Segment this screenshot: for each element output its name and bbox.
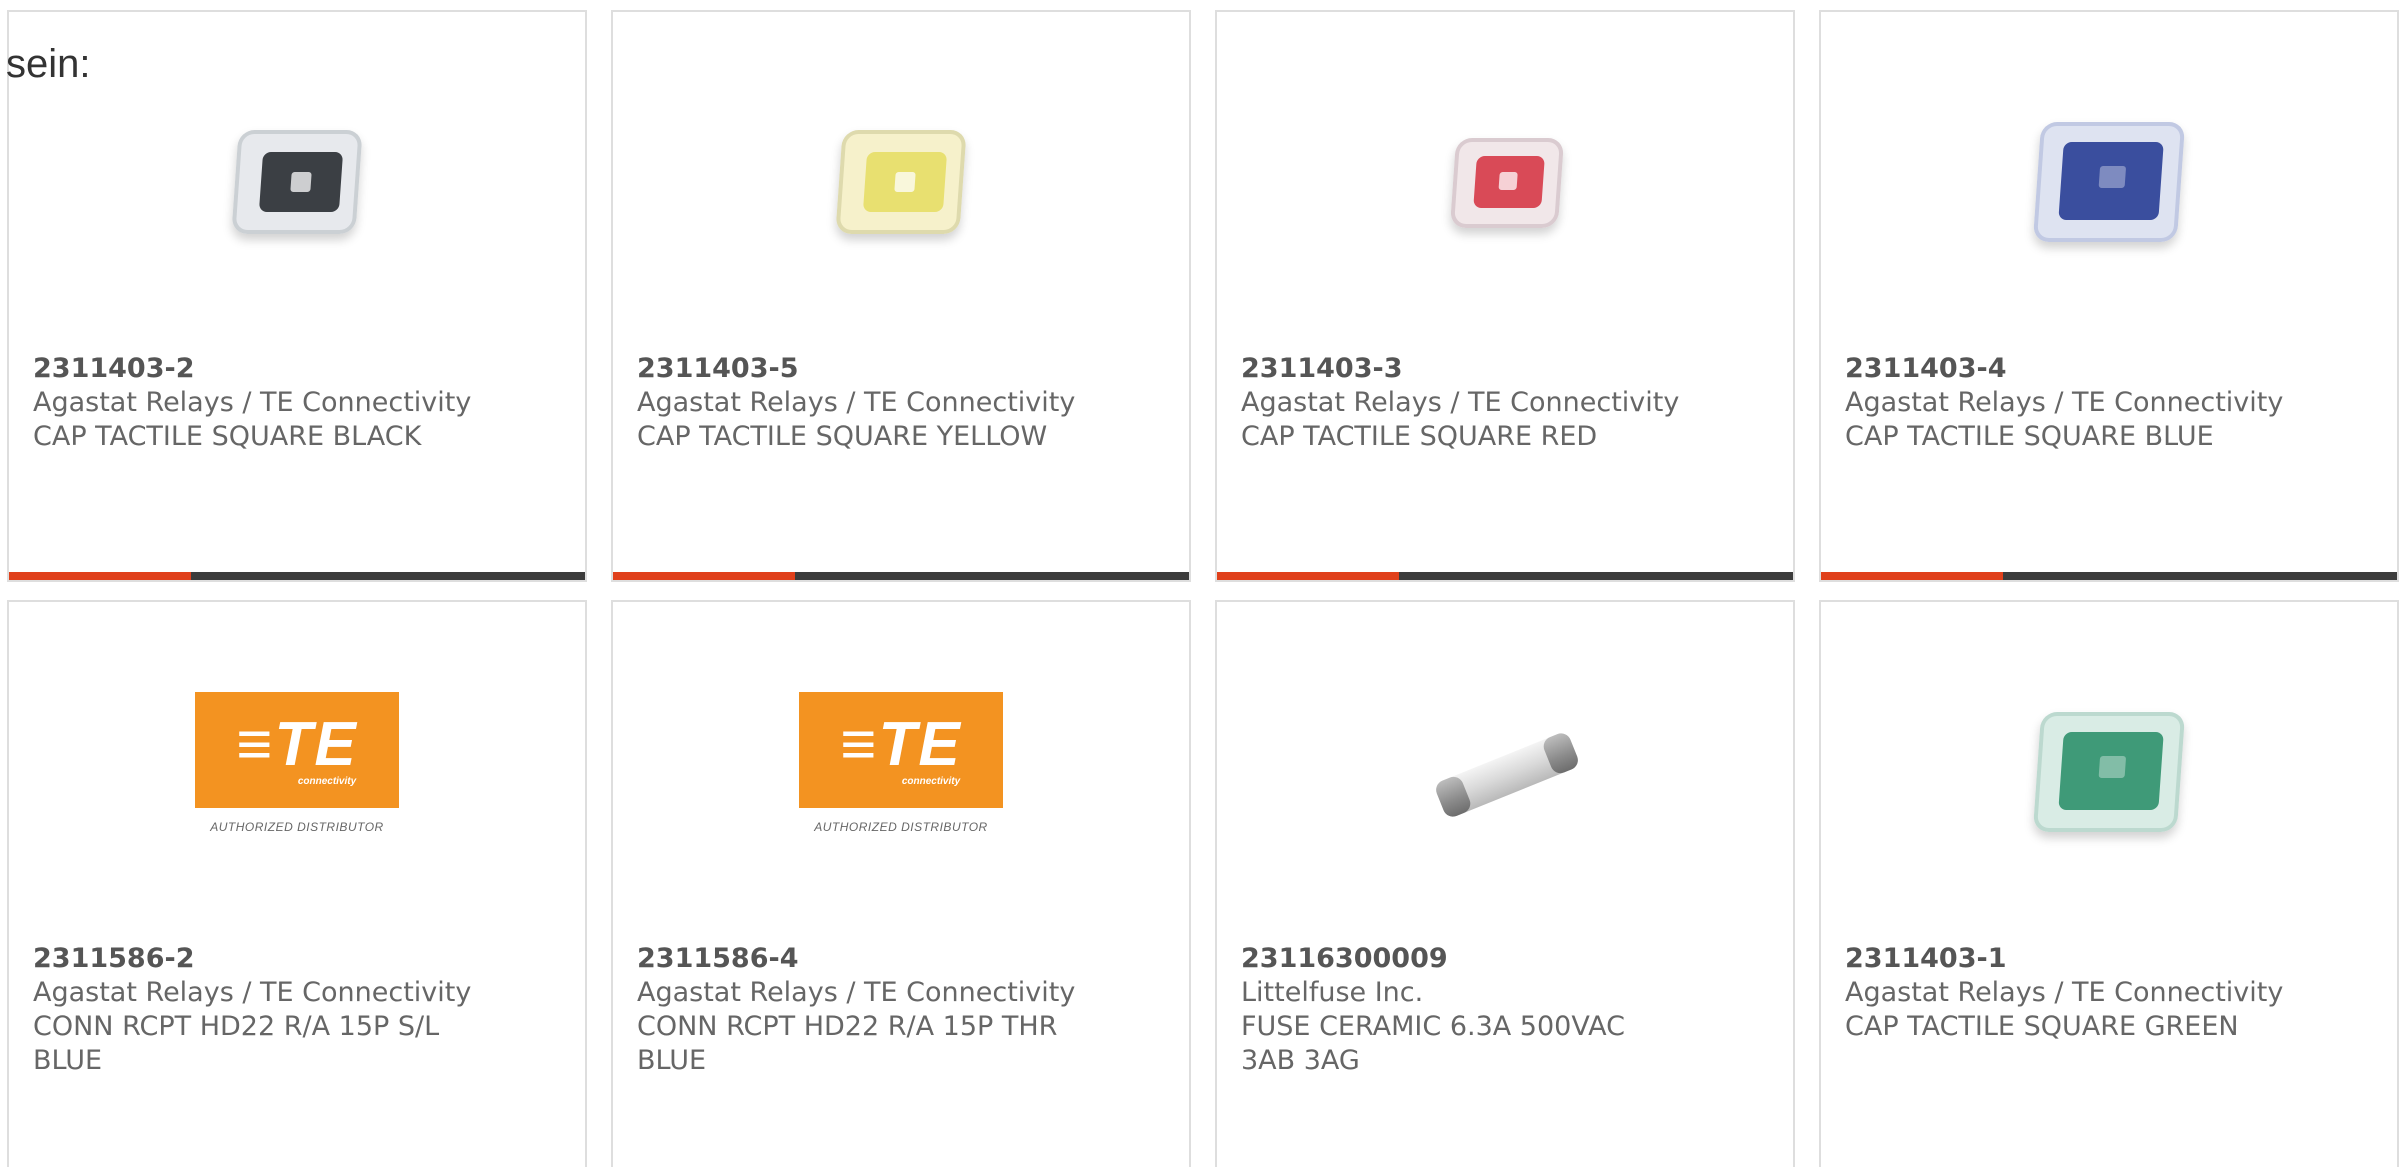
product-card[interactable]: 2311403-5 Agastat Relays / TE Connectivi…	[611, 10, 1191, 582]
te-logo-caption: AUTHORIZED DISTRIBUTOR	[814, 820, 988, 834]
manufacturer-name: Agastat Relays / TE Connectivity	[637, 977, 1076, 1008]
product-card[interactable]: 2311403-4 Agastat Relays / TE Connectivi…	[1819, 10, 2399, 582]
manufacturer-name: Agastat Relays / TE Connectivity	[637, 387, 1076, 418]
intro-text: sein:	[6, 42, 91, 86]
te-logo-mark: ≡TE	[236, 709, 358, 779]
product-image-red-cap[interactable]	[1405, 82, 1605, 282]
product-image-green-cap[interactable]	[2009, 672, 2209, 872]
part-number-link[interactable]: 2311403-4	[1845, 352, 2373, 386]
manufacturer-name: Agastat Relays / TE Connectivity	[1845, 977, 2284, 1008]
product-card[interactable]: 23116300009 Littelfuse Inc. FUSE CERAMIC…	[1215, 600, 1795, 1167]
te-connectivity-logo[interactable]: ≡TE connectivity AUTHORIZED DISTRIBUTOR	[195, 692, 399, 852]
product-card[interactable]: ≡TE connectivity AUTHORIZED DISTRIBUTOR …	[7, 600, 587, 1167]
product-description: CAP TACTILE SQUARE BLACK	[33, 421, 422, 452]
te-logo-caption: AUTHORIZED DISTRIBUTOR	[210, 820, 384, 834]
card-divider	[1217, 572, 1793, 580]
product-image-black-cap[interactable]	[197, 82, 397, 282]
product-description: FUSE CERAMIC 6.3A 500VAC 3AB 3AG	[1241, 1011, 1625, 1076]
card-divider	[613, 572, 1189, 580]
product-card[interactable]: 2311403-3 Agastat Relays / TE Connectivi…	[1215, 10, 1795, 582]
part-number-link[interactable]: 2311586-2	[33, 942, 561, 976]
te-logo-sub: connectivity	[901, 775, 961, 787]
te-connectivity-logo[interactable]: ≡TE connectivity AUTHORIZED DISTRIBUTOR	[799, 692, 1003, 852]
part-number-link[interactable]: 2311403-3	[1241, 352, 1769, 386]
te-logo-sub: connectivity	[297, 775, 357, 787]
product-description: CONN RCPT HD22 R/A 15P THR BLUE	[637, 1011, 1058, 1076]
product-description: CAP TACTILE SQUARE GREEN	[1845, 1011, 2239, 1042]
part-number-link[interactable]: 23116300009	[1241, 942, 1769, 976]
manufacturer-name: Littelfuse Inc.	[1241, 977, 1424, 1008]
manufacturer-name: Agastat Relays / TE Connectivity	[33, 387, 472, 418]
manufacturer-name: Agastat Relays / TE Connectivity	[1845, 387, 2284, 418]
part-number-link[interactable]: 2311403-5	[637, 352, 1165, 386]
product-image-yellow-cap[interactable]	[801, 82, 1001, 282]
product-card[interactable]: 2311403-1 Agastat Relays / TE Connectivi…	[1819, 600, 2399, 1167]
manufacturer-name: Agastat Relays / TE Connectivity	[1241, 387, 1680, 418]
card-divider	[1821, 572, 2397, 580]
te-logo-mark: ≡TE	[840, 709, 962, 779]
card-divider	[9, 572, 585, 580]
product-description: CAP TACTILE SQUARE RED	[1241, 421, 1598, 452]
product-description: CONN RCPT HD22 R/A 15P S/L BLUE	[33, 1011, 440, 1076]
product-card[interactable]: ≡TE connectivity AUTHORIZED DISTRIBUTOR …	[611, 600, 1191, 1167]
manufacturer-name: Agastat Relays / TE Connectivity	[33, 977, 472, 1008]
part-number-link[interactable]: 2311586-4	[637, 942, 1165, 976]
part-number-link[interactable]: 2311403-2	[33, 352, 561, 386]
product-image-blue-cap[interactable]	[2009, 82, 2209, 282]
product-image-fuse[interactable]	[1405, 672, 1605, 872]
product-description: CAP TACTILE SQUARE YELLOW	[637, 421, 1048, 452]
product-card[interactable]: 2311403-2 Agastat Relays / TE Connectivi…	[7, 10, 587, 582]
product-description: CAP TACTILE SQUARE BLUE	[1845, 421, 2214, 452]
part-number-link[interactable]: 2311403-1	[1845, 942, 2373, 976]
